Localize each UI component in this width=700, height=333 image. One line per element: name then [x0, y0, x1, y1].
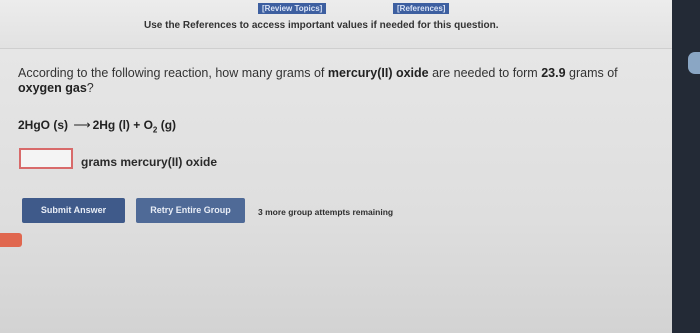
header-bar: [Review Topics] [References] Use the Ref… — [0, 0, 700, 49]
sidebar-toggle[interactable] — [688, 52, 700, 74]
gas-name: oxygen gas — [18, 81, 87, 95]
retry-entire-group-button[interactable]: Retry Entire Group — [136, 198, 245, 223]
compound-name: mercury(II) oxide — [327, 66, 429, 80]
answer-input[interactable] — [19, 148, 73, 169]
side-tab[interactable] — [0, 233, 22, 247]
references-link[interactable]: [References] — [393, 3, 450, 14]
submit-answer-button[interactable]: Submit Answer — [22, 198, 125, 223]
attempts-remaining: 3 more group attempts remaining — [258, 207, 394, 217]
chemical-equation: 2HgO (s) ⟶ 2Hg (l) + O2 (g) — [18, 118, 177, 135]
references-notice: Use the References to access important v… — [144, 20, 499, 31]
answer-unit-label: grams mercury(II) oxide — [81, 155, 218, 169]
mass-value: 23.9 — [541, 66, 566, 80]
review-topics-link[interactable]: [Review Topics] — [258, 3, 327, 14]
question-text: According to the following reaction, how… — [18, 66, 618, 95]
right-sidebar — [672, 0, 700, 333]
reaction-arrow-icon: ⟶ — [73, 118, 91, 132]
